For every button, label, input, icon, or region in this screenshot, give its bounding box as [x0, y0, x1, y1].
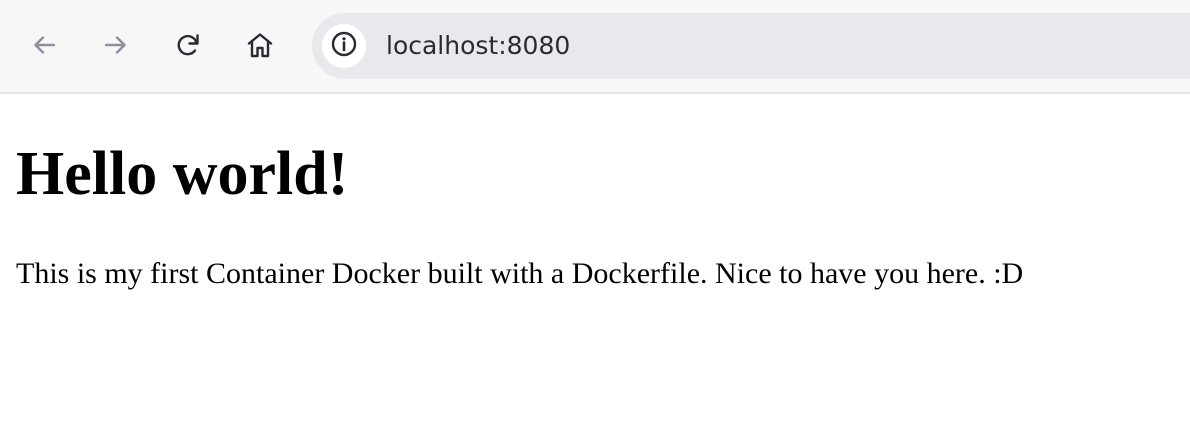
home-icon: [245, 30, 275, 60]
back-button[interactable]: [24, 25, 64, 65]
home-button[interactable]: [240, 25, 280, 65]
page-paragraph: This is my first Container Docker built …: [16, 257, 1024, 290]
forward-button[interactable]: [96, 25, 136, 65]
arrow-right-icon: [101, 30, 131, 60]
page-heading: Hello world!: [16, 140, 349, 208]
browser-toolbar: localhost:8080: [0, 0, 1190, 94]
address-bar[interactable]: localhost:8080: [312, 13, 1190, 79]
reload-button[interactable]: [168, 25, 208, 65]
url-text[interactable]: localhost:8080: [386, 30, 570, 62]
reload-icon: [173, 30, 203, 60]
info-circle-icon: [330, 30, 358, 63]
site-info-button[interactable]: [322, 24, 366, 68]
arrow-left-icon: [29, 30, 59, 60]
